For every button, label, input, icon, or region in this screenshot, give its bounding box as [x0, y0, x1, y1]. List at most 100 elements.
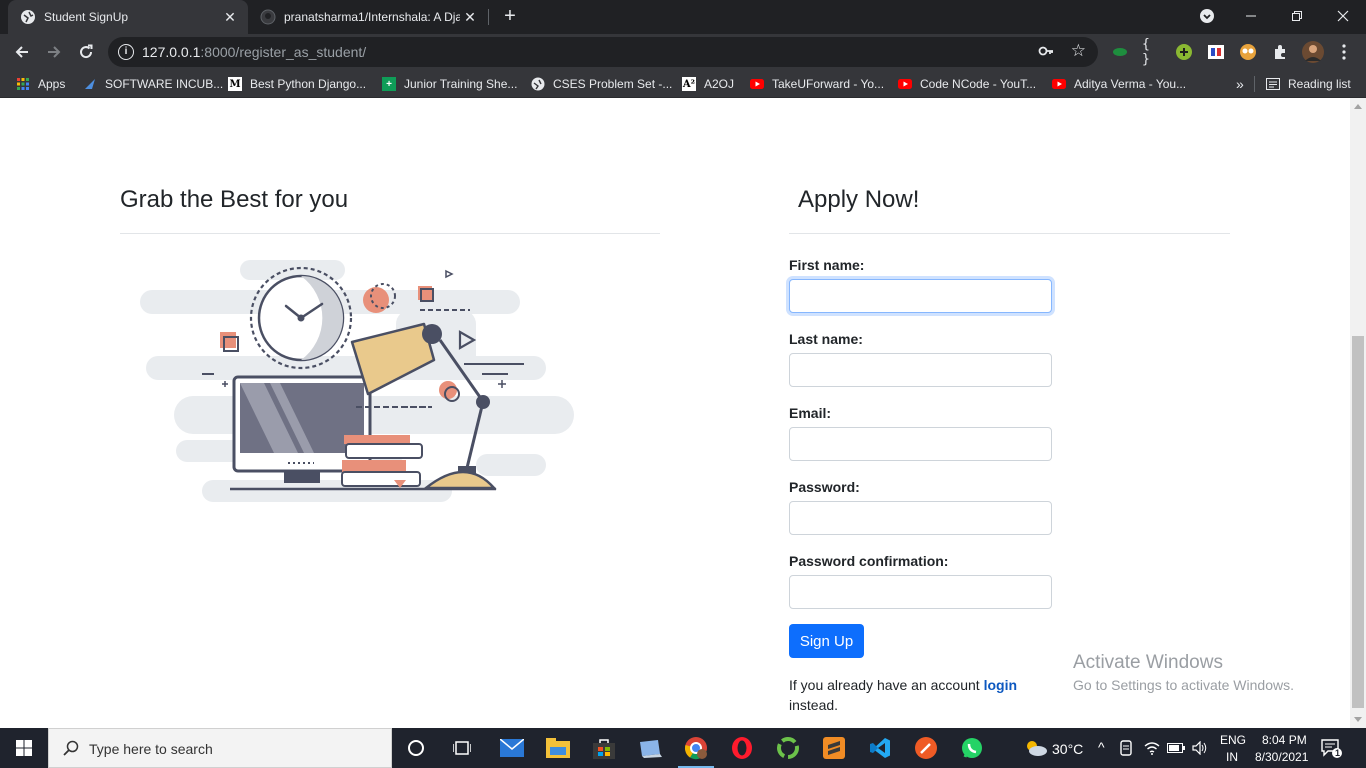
- bookmark-star-icon[interactable]: ☆: [1071, 41, 1086, 61]
- whatsapp-icon[interactable]: [952, 732, 992, 764]
- reload-icon[interactable]: [72, 38, 100, 66]
- bookmark-cses[interactable]: CSES Problem Set -...: [531, 76, 672, 92]
- password-input[interactable]: [789, 501, 1052, 535]
- tab-search-icon[interactable]: [1184, 0, 1230, 32]
- scroll-up-arrow-icon[interactable]: [1354, 104, 1362, 109]
- desk-illustration: [140, 260, 574, 502]
- clock-date[interactable]: 8/30/2021: [1255, 750, 1308, 764]
- bookmark-a2oj[interactable]: A² A2OJ: [682, 76, 734, 92]
- weather-icon[interactable]: [1016, 732, 1056, 764]
- close-window-icon[interactable]: [1320, 0, 1366, 32]
- forward-arrow-icon[interactable]: [40, 38, 68, 66]
- scroll-down-arrow-icon[interactable]: [1354, 717, 1362, 722]
- notification-center-icon[interactable]: 1: [1316, 732, 1346, 764]
- postman-icon[interactable]: [906, 732, 946, 764]
- minimize-icon[interactable]: [1228, 0, 1274, 32]
- extensions-puzzle-icon[interactable]: [1270, 42, 1290, 62]
- sublime-text-icon[interactable]: [814, 732, 854, 764]
- bookmark-label: SOFTWARE INCUB...: [105, 77, 224, 91]
- bookmark-label: Best Python Django...: [250, 77, 367, 91]
- cses-icon: [531, 77, 545, 91]
- taskbar-search-box[interactable]: Type here to search: [48, 728, 392, 768]
- scrollbar-thumb[interactable]: [1352, 336, 1364, 708]
- left-heading: Grab the Best for you: [120, 186, 349, 213]
- reading-list-button[interactable]: Reading list: [1266, 76, 1351, 92]
- password-label: Password:: [789, 479, 860, 495]
- tab-student-signup[interactable]: Student SignUp ✕: [8, 0, 248, 34]
- battery-icon[interactable]: [1164, 732, 1188, 764]
- bookmarks-overflow-button[interactable]: »: [1236, 76, 1244, 92]
- bookmark-label: TakeUForward - Yo...: [772, 77, 885, 91]
- tab-github-internshala[interactable]: pranatsharma1/Internshala: A Dja ✕: [248, 0, 488, 34]
- profile-avatar[interactable]: [1302, 41, 1324, 63]
- back-arrow-icon[interactable]: [8, 38, 36, 66]
- password-key-icon[interactable]: [1038, 43, 1054, 62]
- volume-icon[interactable]: [1188, 732, 1212, 764]
- this-pc-icon[interactable]: [630, 732, 670, 764]
- bookmark-software-incubator[interactable]: SOFTWARE INCUB...: [83, 76, 223, 92]
- globe-icon: [20, 9, 36, 25]
- activate-windows-subtitle: Go to Settings to activate Windows.: [1073, 677, 1294, 693]
- windows-start-icon[interactable]: [0, 728, 48, 768]
- bookmark-label: Code NCode - YouT...: [920, 77, 1037, 91]
- page-scrollbar[interactable]: [1350, 98, 1366, 728]
- browser-toolbar: i 127.0.0.1:8000/register_as_student/ ☆ …: [0, 34, 1366, 70]
- windows-taskbar: Type here to search 30°C ^ ENG IN 8:04 P…: [0, 728, 1366, 768]
- wifi-icon[interactable]: [1140, 732, 1164, 764]
- apply-heading: Apply Now!: [798, 186, 920, 213]
- extension-plus-icon[interactable]: [1174, 42, 1194, 62]
- login-note-prefix: If you already have an account: [789, 677, 984, 693]
- opera-icon[interactable]: [722, 732, 762, 764]
- youtube-icon: [750, 77, 764, 91]
- search-placeholder: Type here to search: [89, 741, 213, 757]
- site-info-icon[interactable]: i: [118, 44, 134, 60]
- bookmark-code-ncode[interactable]: Code NCode - YouT...: [898, 76, 1036, 92]
- cortana-circle-icon[interactable]: [396, 732, 436, 764]
- language-indicator-bottom[interactable]: IN: [1226, 750, 1238, 764]
- search-icon: [63, 740, 79, 756]
- file-explorer-icon[interactable]: [538, 732, 578, 764]
- sync-circle-icon[interactable]: [768, 732, 808, 764]
- login-link[interactable]: login: [984, 677, 1017, 693]
- restore-icon[interactable]: [1274, 0, 1320, 32]
- password-confirmation-input[interactable]: [789, 575, 1052, 609]
- reading-list-icon: [1266, 77, 1280, 91]
- bookmark-takeuforward[interactable]: TakeUForward - Yo...: [750, 76, 884, 92]
- first-name-input[interactable]: [789, 279, 1052, 313]
- first-name-label: First name:: [789, 257, 865, 273]
- url-text[interactable]: 127.0.0.1:8000/register_as_student/: [142, 44, 366, 60]
- github-icon: [260, 9, 276, 25]
- extension-owl-icon[interactable]: [1238, 42, 1258, 62]
- clock-time[interactable]: 8:04 PM: [1262, 733, 1307, 747]
- close-tab-icon[interactable]: ✕: [460, 9, 480, 26]
- chrome-menu-icon[interactable]: [1334, 42, 1354, 62]
- close-tab-icon[interactable]: ✕: [220, 9, 240, 26]
- last-name-label: Last name:: [789, 331, 863, 347]
- onedrive-sync-icon[interactable]: [1114, 732, 1138, 764]
- login-note-suffix: instead.: [789, 697, 839, 713]
- last-name-input[interactable]: [789, 353, 1052, 387]
- sign-up-button[interactable]: Sign Up: [789, 624, 864, 658]
- microsoft-store-icon[interactable]: [584, 732, 624, 764]
- bookmark-label: Aditya Verma - You...: [1074, 77, 1187, 91]
- language-indicator-top[interactable]: ENG: [1220, 733, 1246, 747]
- chrome-taskbar-icon[interactable]: [676, 732, 716, 768]
- email-input[interactable]: [789, 427, 1052, 461]
- bookmark-apps[interactable]: Apps: [16, 76, 65, 92]
- task-view-icon[interactable]: [442, 732, 482, 764]
- show-hidden-icons-chevron-icon[interactable]: ^: [1098, 739, 1105, 755]
- mail-icon[interactable]: [492, 732, 532, 764]
- bookmark-junior-training-sheet[interactable]: + Junior Training She...: [382, 76, 517, 92]
- new-tab-plus-icon[interactable]: +: [498, 5, 522, 29]
- address-bar[interactable]: i 127.0.0.1:8000/register_as_student/ ☆: [108, 37, 1098, 67]
- bookmark-aditya-verma[interactable]: Aditya Verma - You...: [1052, 76, 1186, 92]
- extension-flag-icon[interactable]: [1206, 42, 1226, 62]
- bookmark-label: Apps: [38, 77, 66, 91]
- extension-eye-icon[interactable]: [1110, 42, 1130, 62]
- weather-temperature[interactable]: 30°C: [1052, 741, 1083, 757]
- password-confirmation-label: Password confirmation:: [789, 553, 949, 569]
- vs-code-icon[interactable]: [860, 732, 900, 764]
- url-host: 127.0.0.1: [142, 44, 201, 60]
- bookmark-best-python-django[interactable]: M Best Python Django...: [228, 76, 366, 92]
- extension-json-icon[interactable]: { }: [1142, 37, 1162, 67]
